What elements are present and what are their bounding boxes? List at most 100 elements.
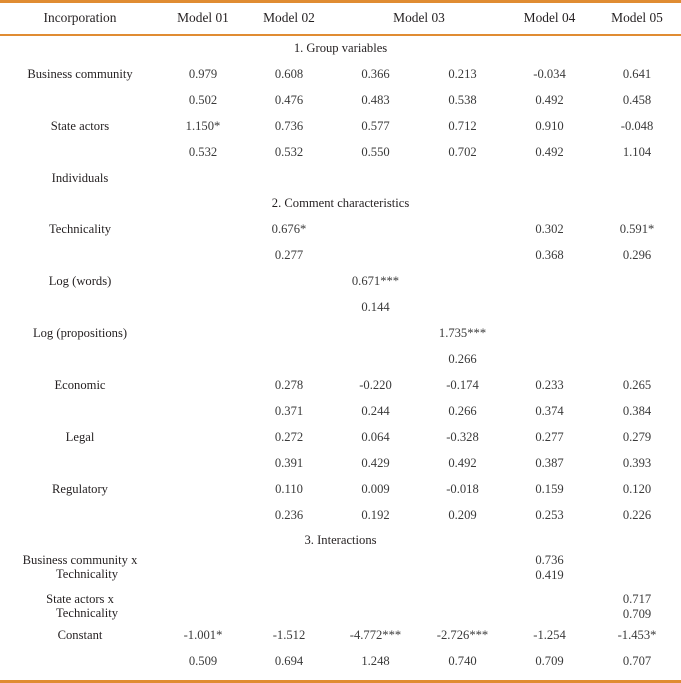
cell-legal-coef-3: 0.064 xyxy=(361,429,390,444)
cell-reg-se-4: 0.209 xyxy=(448,507,477,522)
cell-ind-coef-4 xyxy=(419,165,506,191)
row-label-spacer xyxy=(0,346,160,372)
row-label-legal: Legal xyxy=(65,429,95,444)
cell-const-coef-1: -1.001* xyxy=(183,627,223,642)
cell-ind-coef-1 xyxy=(160,165,246,191)
cell-legal-se-4: 0.492 xyxy=(448,455,477,470)
cell-const-se-1: 0.509 xyxy=(188,653,218,668)
cell-tech-coef-6: 0.591* xyxy=(619,221,655,236)
section-title-group-variables: 1. Group variables xyxy=(293,41,388,55)
cell-econ-se-2: 0.371 xyxy=(274,403,304,418)
cell-reg-se-3: 0.192 xyxy=(361,507,390,522)
cell-logp-se-2 xyxy=(246,346,332,372)
header-model-01: Model 01 xyxy=(160,0,246,36)
header-model-04: Model 04 xyxy=(506,0,594,36)
cell-logw-coef-3: 0.671*** xyxy=(351,273,400,288)
regression-table: Incorporation Model 01 Model 02 Model 03… xyxy=(0,0,681,683)
cell-sa-coef-1: 1.150* xyxy=(185,118,221,133)
row-label-bc-x-technicality: Business community x Technicality xyxy=(0,553,160,583)
table-row: Log (words) 0.671*** xyxy=(0,268,681,294)
section-header-row-3: 3. Interactions xyxy=(0,528,681,553)
row-label-bc-x-technicality-line2: Technicality xyxy=(55,567,119,581)
row-label-constant: Constant xyxy=(57,627,103,642)
cell-sa-coef-6: -0.048 xyxy=(620,118,654,133)
cell-tech-coef-5: 0.302 xyxy=(535,221,564,236)
cell-econ-se-1 xyxy=(160,398,246,424)
cell-tech-se-3 xyxy=(332,242,419,268)
cell-tech-se-6: 0.296 xyxy=(622,247,652,262)
footer-rule-row xyxy=(0,674,681,683)
cell-bc-se-5: 0.492 xyxy=(535,92,564,107)
cell-legal-se-1 xyxy=(160,450,246,476)
section-header-row-2: 2. Comment characteristics xyxy=(0,191,681,216)
cell-tech-coef-4 xyxy=(419,216,506,242)
table-row: State actors 1.150* 0.736 0.577 0.712 0.… xyxy=(0,113,681,139)
cell-reg-coef-1 xyxy=(160,476,246,502)
table-row-se: 0.236 0.192 0.209 0.253 0.226 xyxy=(0,502,681,528)
table-row: Business community 0.979 0.608 0.366 0.2… xyxy=(0,61,681,87)
cell-econ-coef-6: 0.265 xyxy=(622,377,652,392)
cell-const-coef-4: -2.726*** xyxy=(436,627,489,642)
cell-saxt-coef-1 xyxy=(160,592,246,622)
cell-logp-coef-2 xyxy=(246,320,332,346)
cell-bcxt-se-5-value: 0.419 xyxy=(535,568,564,582)
cell-sa-coef-5: 0.910 xyxy=(535,118,564,133)
cell-const-coef-5: -1.254 xyxy=(533,627,566,642)
cell-tech-coef-2: 0.676* xyxy=(271,221,307,236)
cell-reg-coef-6: 0.120 xyxy=(622,481,652,496)
cell-sa-se-4: 0.702 xyxy=(448,144,477,159)
cell-ind-coef-3 xyxy=(332,165,419,191)
row-label-spacer xyxy=(0,450,160,476)
section-title-interactions: 3. Interactions xyxy=(304,533,377,547)
spacer-cell xyxy=(0,583,681,592)
cell-logw-se-1 xyxy=(160,294,246,320)
row-label-spacer xyxy=(0,87,160,113)
cell-tech-se-5: 0.368 xyxy=(535,247,564,262)
cell-econ-se-6: 0.384 xyxy=(622,403,652,418)
table-footer xyxy=(0,674,681,683)
cell-sa-se-5: 0.492 xyxy=(535,144,564,159)
cell-const-se-5: 0.709 xyxy=(535,653,564,668)
cell-tech-se-4 xyxy=(419,242,506,268)
cell-logw-se-2 xyxy=(246,294,332,320)
row-label-spacer xyxy=(0,242,160,268)
cell-saxt-coef-5 xyxy=(506,592,593,622)
row-label-sa-x-technicality: State actors x Technicality xyxy=(0,592,160,622)
cell-const-coef-6: -1.453* xyxy=(617,627,657,642)
table-row: Regulatory 0.110 0.009 -0.018 0.159 0.12… xyxy=(0,476,681,502)
cell-bc-se-1: 0.502 xyxy=(188,92,218,107)
cell-logp-se-6 xyxy=(593,346,681,372)
cell-legal-coef-2: 0.272 xyxy=(274,429,304,444)
cell-bc-se-6: 0.458 xyxy=(622,92,652,107)
cell-legal-se-3: 0.429 xyxy=(361,455,390,470)
regression-table-container: Incorporation Model 01 Model 02 Model 03… xyxy=(0,0,681,683)
cell-saxt-coef-3 xyxy=(332,592,419,622)
cell-ind-coef-2 xyxy=(246,165,332,191)
cell-legal-coef-4: -0.328 xyxy=(446,429,479,444)
row-label-bc-x-technicality-line1: Business community x xyxy=(22,553,138,568)
cell-logp-coef-3 xyxy=(332,320,419,346)
cell-legal-coef-5: 0.277 xyxy=(535,429,564,444)
cell-sa-coef-3: 0.577 xyxy=(361,118,390,133)
cell-reg-coef-4: -0.018 xyxy=(446,481,479,496)
cell-logw-se-6 xyxy=(593,294,681,320)
cell-sa-se-1: 0.532 xyxy=(188,144,218,159)
cell-econ-coef-1 xyxy=(160,372,246,398)
cell-saxt-se-6-value: 0.709 xyxy=(622,607,652,621)
cell-logp-coef-4: 1.735*** xyxy=(438,325,487,340)
bottom-rule xyxy=(0,674,681,683)
table-row: Individuals xyxy=(0,165,681,191)
row-label-technicality: Technicality xyxy=(48,221,112,236)
cell-logp-coef-6 xyxy=(593,320,681,346)
row-label-spacer xyxy=(0,294,160,320)
cell-const-se-3: 1.248 xyxy=(361,653,390,668)
row-label-spacer xyxy=(0,502,160,528)
cell-tech-coef-1 xyxy=(160,216,246,242)
cell-logw-coef-2 xyxy=(246,268,332,294)
table-row-se: 0.266 xyxy=(0,346,681,372)
cell-bcxt-coef-5: 0.736 0.419 xyxy=(506,553,593,583)
table-row: Business community x Technicality 0.736 … xyxy=(0,553,681,583)
row-label-state-actors: State actors xyxy=(50,118,110,133)
cell-bc-coef-3: 0.366 xyxy=(361,66,390,81)
cell-bcxt-coef-5-value: 0.736 xyxy=(535,553,564,567)
